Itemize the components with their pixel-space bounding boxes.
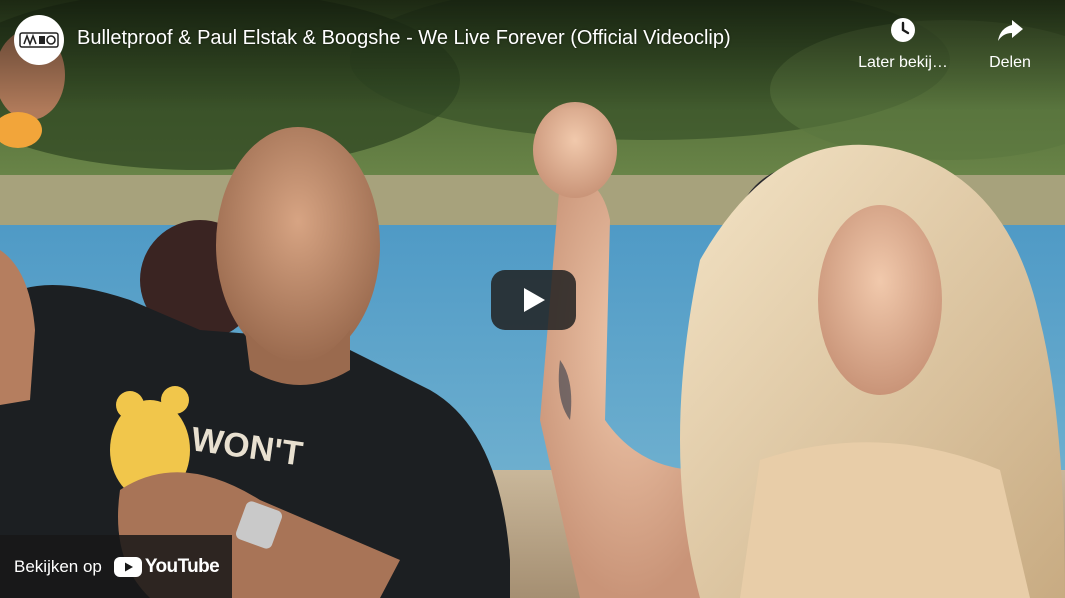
watch-on-youtube-button[interactable]: Bekijken op YouTube (0, 535, 232, 598)
share-button[interactable]: Delen (960, 14, 1060, 72)
watch-later-button[interactable]: Later bekij… (852, 14, 954, 72)
youtube-wordmark: YouTube (144, 555, 220, 577)
watch-on-label: Bekijken op (14, 556, 102, 576)
youtube-logo: YouTube (113, 555, 220, 578)
video-title-link[interactable]: Bulletproof & Paul Elstak & Boogshe - We… (77, 27, 731, 50)
share-label: Delen (989, 54, 1031, 71)
channel-logo-icon (19, 32, 59, 48)
share-arrow-icon (998, 20, 1023, 41)
play-icon (523, 288, 545, 312)
embedded-video-player[interactable]: WON'T Bulletproof & Paul Elstak & Boogsh… (0, 0, 1065, 598)
youtube-logo-icon (113, 556, 142, 577)
clock-icon (891, 18, 915, 42)
channel-avatar[interactable] (14, 15, 64, 65)
watch-later-label: Later bekij… (858, 54, 948, 71)
play-button[interactable] (491, 270, 576, 330)
